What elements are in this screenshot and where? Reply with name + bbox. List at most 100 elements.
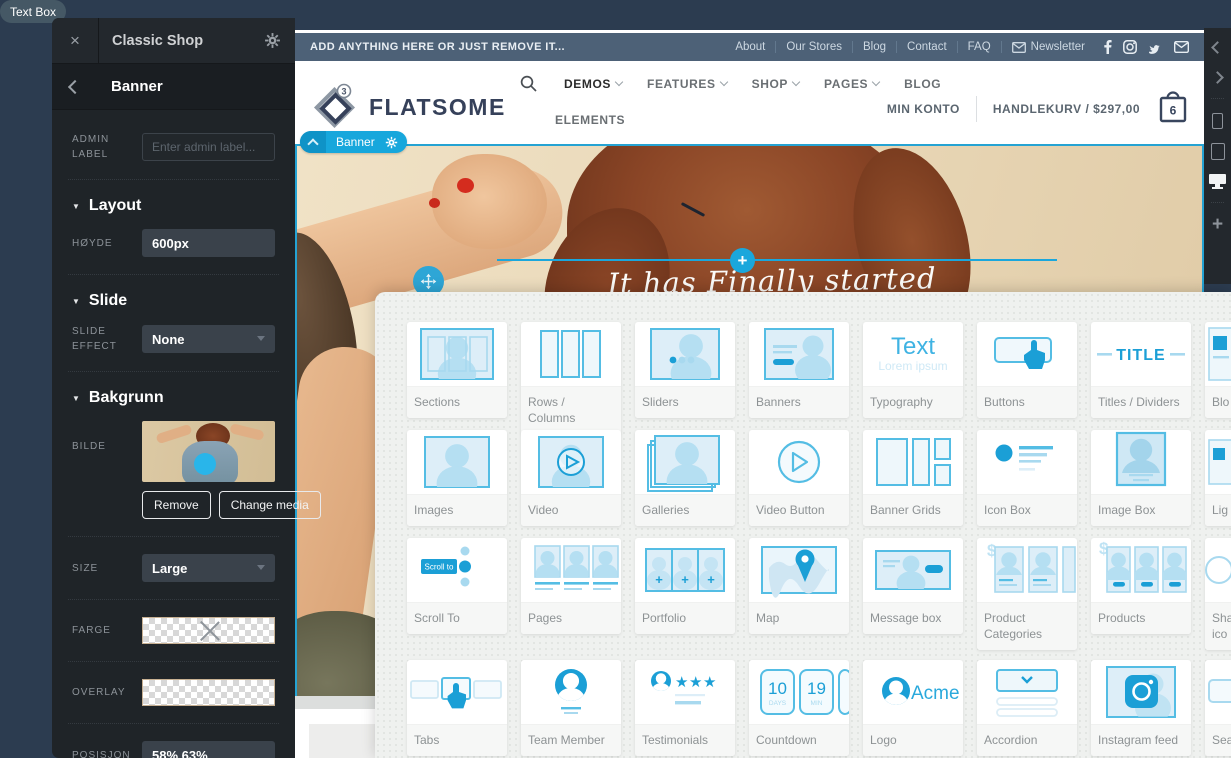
hoyde-input[interactable] xyxy=(142,229,275,257)
element-tile-lightbox-cut[interactable]: Lig xyxy=(1205,430,1231,526)
topbar-link-our-stores[interactable]: Our Stores xyxy=(776,41,852,53)
admin-label-field: ADMIN LABEL xyxy=(72,132,275,162)
element-tile-titles-dividers[interactable]: TITLETitles / Dividers xyxy=(1091,322,1191,418)
close-icon[interactable]: × xyxy=(52,18,99,63)
overlay-field: OVERLAY xyxy=(72,679,275,706)
facebook-icon[interactable] xyxy=(1103,40,1112,54)
element-tile-products[interactable]: $Products xyxy=(1091,538,1191,634)
redo-chevron-right-icon[interactable] xyxy=(1204,62,1231,92)
element-panel-title: Banner xyxy=(98,78,163,95)
section-slide[interactable]: ▼ Slide xyxy=(72,292,275,310)
topbar-link-contact[interactable]: Contact xyxy=(897,41,957,53)
element-tile-sliders[interactable]: Sliders xyxy=(635,322,735,418)
element-tile-testimonials[interactable]: ★★★Testimonials xyxy=(635,660,735,756)
element-tile-scroll-to[interactable]: Scroll toScroll To xyxy=(407,538,507,634)
background-image-thumbnail[interactable] xyxy=(142,421,275,482)
element-tile-blog-cut[interactable]: Blo xyxy=(1205,322,1231,418)
element-tile-typography[interactable]: TextLorem ipsumTypography xyxy=(863,322,963,418)
size-select[interactable]: Large xyxy=(142,554,275,582)
element-tile-image-box[interactable]: Image Box xyxy=(1091,430,1191,526)
banner-settings-gear-icon[interactable] xyxy=(383,131,407,153)
element-tile-images[interactable]: Images xyxy=(407,430,507,526)
color-swatch-empty[interactable] xyxy=(142,617,275,644)
admin-label-input[interactable] xyxy=(142,133,275,161)
typography-icon: TextLorem ipsum xyxy=(863,322,963,386)
section-layout[interactable]: ▼ Layout xyxy=(72,197,275,215)
products-icon: $ xyxy=(1091,538,1191,602)
menu-item-pages[interactable]: PAGES xyxy=(824,77,879,91)
topbar-link-blog[interactable]: Blog xyxy=(853,41,896,53)
search-cut-icon xyxy=(1205,660,1231,724)
collapse-icon[interactable] xyxy=(300,131,326,153)
change-media-button[interactable]: Change media xyxy=(219,491,321,519)
menu-item-elements[interactable]: ELEMENTS xyxy=(555,113,625,127)
add-element-plus-button[interactable]: + xyxy=(730,248,755,273)
video-button-icon xyxy=(749,430,849,494)
element-tile-product-categories[interactable]: $Product Categories xyxy=(977,538,1077,650)
element-tile-icon-box[interactable]: Icon Box xyxy=(977,430,1077,526)
select-caret-icon xyxy=(257,565,265,570)
section-bakgrunn[interactable]: ▼ Bakgrunn xyxy=(72,389,275,407)
remove-image-button[interactable]: Remove xyxy=(142,491,211,519)
banner-element-toolbar[interactable]: Banner xyxy=(300,131,407,153)
overlay-swatch-empty[interactable] xyxy=(142,679,275,706)
topbar-newsletter-link[interactable]: Newsletter xyxy=(1002,41,1095,53)
mobile-preview-icon[interactable] xyxy=(1204,106,1231,136)
cart-link[interactable]: HANDLEKURV / $297,00 xyxy=(993,102,1140,116)
element-tile-pages[interactable]: Pages xyxy=(521,538,621,634)
element-tile-tabs[interactable]: Tabs xyxy=(407,660,507,756)
element-tile-banner-grids[interactable]: Banner Grids xyxy=(863,430,963,526)
element-tile-instagram-feed[interactable]: Instagram feed xyxy=(1091,660,1191,756)
element-tile-sections[interactable]: Sections xyxy=(407,322,507,418)
tablet-preview-icon[interactable] xyxy=(1204,136,1231,166)
element-tile-banners[interactable]: Banners xyxy=(749,322,849,418)
element-tile-label: Typography xyxy=(863,386,963,418)
svg-text:★: ★ xyxy=(675,674,688,691)
menu-item-demos[interactable]: DEMOS xyxy=(564,77,622,91)
element-tile-label: Message box xyxy=(863,602,963,634)
element-tile-logo[interactable]: AcmeLogo xyxy=(863,660,963,756)
element-tile-message-box[interactable]: Message box xyxy=(863,538,963,634)
element-tile-video-button[interactable]: Video Button xyxy=(749,430,849,526)
menu-item-shop[interactable]: SHOP xyxy=(752,77,799,91)
sidebar-body: ADMIN LABEL ▼ Layout HØYDE ▼ Slide SLIDE… xyxy=(52,110,295,758)
email-icon[interactable] xyxy=(1174,41,1189,53)
account-link[interactable]: MIN KONTO xyxy=(887,102,960,116)
builder-settings-gear-icon[interactable] xyxy=(264,32,295,49)
desktop-preview-icon[interactable] xyxy=(1204,166,1231,196)
slide-effect-select[interactable]: None xyxy=(142,325,275,353)
element-tile-share-cut[interactable]: Sha ico xyxy=(1205,538,1231,650)
product-categories-icon: $ xyxy=(977,538,1077,602)
element-tile-label: Blo xyxy=(1205,386,1231,418)
builder-right-toolbar: + xyxy=(1204,28,1231,284)
menu-item-features[interactable]: FEATURES xyxy=(647,77,727,91)
triangle-collapse-icon: ▼ xyxy=(72,202,80,211)
element-tile-galleries[interactable]: Galleries xyxy=(635,430,735,526)
element-tile-portfolio[interactable]: +++Portfolio xyxy=(635,538,735,634)
flatsome-logo-icon: 3 xyxy=(311,81,359,133)
focal-point-dot[interactable] xyxy=(194,453,216,475)
sidebar-header: × Classic Shop xyxy=(52,18,295,64)
cart-bag-icon[interactable]: 6 xyxy=(1156,87,1190,130)
element-tile-search-cut[interactable]: Sea xyxy=(1205,660,1231,756)
back-chevron-icon[interactable] xyxy=(52,82,98,92)
topbar-link-about[interactable]: About xyxy=(725,41,775,53)
flatsome-logo[interactable]: 3 FLATSOME xyxy=(311,81,506,133)
element-tile-video[interactable]: Video xyxy=(521,430,621,526)
element-tile-buttons[interactable]: Buttons xyxy=(977,322,1077,418)
element-tile-map[interactable]: Map xyxy=(749,538,849,634)
undo-chevron-left-icon[interactable] xyxy=(1204,32,1231,62)
element-tile-countdown[interactable]: 10DAYS19MINCountdown xyxy=(749,660,849,756)
element-tile-team-member[interactable]: Team Member xyxy=(521,660,621,756)
element-tile-accordion[interactable]: Accordion xyxy=(977,660,1077,756)
element-tile-rows-columns[interactable]: Rows / Columns xyxy=(521,322,621,434)
posisjon-input[interactable] xyxy=(142,741,275,758)
element-tile-label: Team Member xyxy=(521,724,621,756)
twitter-icon[interactable] xyxy=(1148,41,1163,54)
topbar-link-faq[interactable]: FAQ xyxy=(958,41,1001,53)
instagram-icon[interactable] xyxy=(1123,40,1137,54)
search-icon[interactable] xyxy=(520,75,537,92)
ux-builder-screen: ADD ANYTHING HERE OR JUST REMOVE IT... A… xyxy=(0,0,1231,758)
element-tile-label: Images xyxy=(407,494,507,526)
add-element-icon[interactable]: + xyxy=(1204,210,1231,240)
